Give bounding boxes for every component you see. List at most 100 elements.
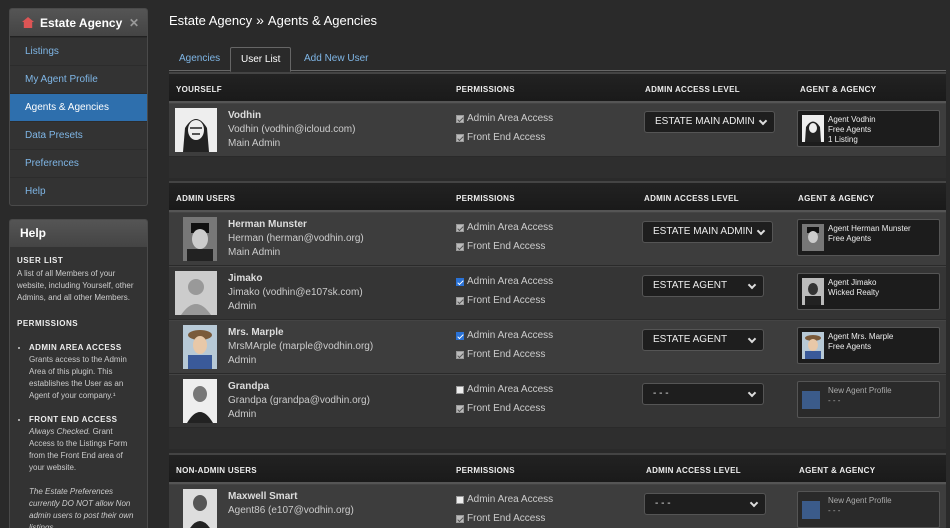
agent-name: Agent Jimako xyxy=(828,278,877,287)
perm-front-end[interactable]: Front End Access xyxy=(456,295,545,306)
user-email: MrsMArple (marple@vodhin.org) xyxy=(228,341,374,352)
perm-label: Front End Access xyxy=(467,513,546,524)
help-permissions-caption: PERMISSIONS xyxy=(17,319,79,328)
perm-admin-area[interactable]: Admin Area Access xyxy=(456,494,553,505)
sidebar-item-agents-agencies[interactable]: Agents & Agencies xyxy=(10,93,147,121)
checkbox-icon[interactable] xyxy=(456,404,464,413)
checkbox-icon[interactable] xyxy=(456,242,464,251)
agent-name: Agent Mrs. Marple xyxy=(828,332,894,341)
perm-front-end[interactable]: Front End Access xyxy=(456,349,545,360)
section-title: Admin Users xyxy=(176,194,236,203)
perm-label: Admin Area Access xyxy=(467,330,554,341)
tab-user-list[interactable]: User List xyxy=(230,47,292,72)
agent-agency-card[interactable]: Agent Vodhin Free Agents 1 Listing xyxy=(797,110,940,147)
app-root: Estate Agency ✕ Listings My Agent Profil… xyxy=(0,0,950,528)
agent-agency-card[interactable]: Agent Herman Munster Free Agents xyxy=(797,219,940,256)
user-email: Vodhin (vodhin@icloud.com) xyxy=(228,124,356,135)
help-front-end: FRONT END ACCESS Always Checked. Grant A… xyxy=(29,414,140,474)
sidebar-item-help[interactable]: Help xyxy=(10,177,147,205)
agent-thumbnail xyxy=(802,224,824,251)
admin-level-select[interactable]: ESTATE MAIN ADMIN xyxy=(642,221,773,243)
agent-agency-card[interactable]: Agent Mrs. Marple Free Agents xyxy=(797,327,940,364)
listing-count: 1 Listing xyxy=(828,135,858,144)
checkbox-icon[interactable] xyxy=(456,385,464,394)
checkbox-icon[interactable] xyxy=(456,350,464,359)
perm-label: Front End Access xyxy=(467,241,546,252)
agency-text: Agent Herman Munster Free Agents xyxy=(828,224,911,244)
agent-name: Agent Vodhin xyxy=(828,115,876,124)
col-permissions: Permissions xyxy=(456,85,515,94)
checkbox-icon[interactable] xyxy=(456,277,464,286)
sidebar: Estate Agency ✕ Listings My Agent Profil… xyxy=(9,8,148,206)
col-permissions: Permissions xyxy=(456,466,515,475)
help-admin-access: ADMIN AREA ACCESS Grants access to the A… xyxy=(29,342,140,402)
perm-label: Admin Area Access xyxy=(467,494,554,505)
user-name: Grandpa xyxy=(228,381,270,392)
avatar xyxy=(183,379,217,423)
breadcrumb: Estate Agency » Agents & Agencies xyxy=(169,12,377,28)
admin-level-select[interactable]: ESTATE MAIN ADMIN xyxy=(644,111,775,133)
perm-admin-area[interactable]: Admin Area Access xyxy=(456,113,553,124)
agent-name: New Agent Profile xyxy=(828,496,892,505)
user-name: Jimako xyxy=(228,273,263,284)
checkbox-icon[interactable] xyxy=(456,296,464,305)
agent-agency-card[interactable]: Agent Jimako Wicked Realty xyxy=(797,273,940,310)
checkbox-icon[interactable] xyxy=(456,514,464,523)
perm-label: Admin Area Access xyxy=(467,222,554,233)
perm-front-end[interactable]: Front End Access xyxy=(456,403,545,414)
table-row: Mrs. Marple MrsMArple (marple@vodhin.org… xyxy=(169,320,946,374)
checkbox-icon[interactable] xyxy=(456,114,464,123)
sidebar-item-listings[interactable]: Listings xyxy=(10,37,147,65)
collapse-icon[interactable]: ✕ xyxy=(129,16,139,30)
sidebar-item-preferences[interactable]: Preferences xyxy=(10,149,147,177)
checkbox-icon[interactable] xyxy=(456,495,464,504)
user-name: Herman Munster xyxy=(228,219,307,230)
col-agent-agency: Agent & Agency xyxy=(800,85,877,94)
select-value: ESTATE MAIN ADMIN xyxy=(655,116,755,127)
help-permissions-list: ADMIN AREA ACCESS Grants access to the A… xyxy=(17,342,140,474)
perm-admin-area[interactable]: Admin Area Access xyxy=(456,330,553,341)
perm-front-end[interactable]: Front End Access xyxy=(456,241,545,252)
agency-name: - - - xyxy=(828,396,841,405)
tab-agencies[interactable]: Agencies xyxy=(169,47,230,71)
agent-agency-card[interactable]: New Agent Profile - - - xyxy=(797,381,940,418)
admin-level-select[interactable]: ESTATE AGENT xyxy=(642,275,764,297)
admin-level-select[interactable]: ESTATE AGENT xyxy=(642,329,764,351)
select-value: ESTATE MAIN ADMIN xyxy=(653,226,753,237)
sidebar-item-my-agent-profile[interactable]: My Agent Profile xyxy=(10,65,147,93)
agency-name: - - - xyxy=(828,506,841,515)
checkbox-icon[interactable] xyxy=(456,331,464,340)
admin-level-select[interactable]: - - - xyxy=(644,493,766,515)
checkbox-icon[interactable] xyxy=(456,223,464,232)
tab-add-new-user[interactable]: Add New User xyxy=(294,47,378,71)
sidebar-item-data-presets[interactable]: Data Presets xyxy=(10,121,147,149)
table-row: Grandpa Grandpa (grandpa@vodhin.org) Adm… xyxy=(169,374,946,428)
agency-name: Free Agents xyxy=(828,234,872,243)
user-role: Admin xyxy=(228,301,257,312)
perm-label: Front End Access xyxy=(467,349,546,360)
perm-label: Admin Area Access xyxy=(467,276,554,287)
agent-agency-card[interactable]: New Agent Profile - - - xyxy=(797,491,940,528)
section-title: Yourself xyxy=(176,85,222,94)
user-role: Admin xyxy=(228,409,257,420)
perm-admin-area[interactable]: Admin Area Access xyxy=(456,222,553,233)
col-admin-level: Admin Access Level xyxy=(646,466,741,475)
help-admin-access-text: Grants access to the Admin Area of this … xyxy=(29,355,127,400)
col-admin-level: Admin Access Level xyxy=(644,194,739,203)
tab-bar: Agencies User List Add New User xyxy=(169,47,946,72)
checkbox-icon[interactable] xyxy=(456,133,464,142)
user-email: Herman (herman@vodhin.org) xyxy=(228,233,364,244)
perm-admin-area[interactable]: Admin Area Access xyxy=(456,384,553,395)
admin-level-select[interactable]: - - - xyxy=(642,383,764,405)
avatar xyxy=(175,271,217,315)
perm-front-end[interactable]: Front End Access xyxy=(456,513,545,524)
agency-name: Free Agents xyxy=(828,342,872,351)
agency-name: Free Agents xyxy=(828,125,872,134)
help-front-end-em: Always Checked. xyxy=(29,427,91,436)
perm-front-end[interactable]: Front End Access xyxy=(456,132,545,143)
breadcrumb-root[interactable]: Estate Agency xyxy=(169,13,252,28)
perm-admin-area[interactable]: Admin Area Access xyxy=(456,276,553,287)
help-user-list-text: A list of all Members of your website, i… xyxy=(17,269,134,302)
perm-label: Front End Access xyxy=(467,295,546,306)
select-value: ESTATE AGENT xyxy=(653,280,728,291)
